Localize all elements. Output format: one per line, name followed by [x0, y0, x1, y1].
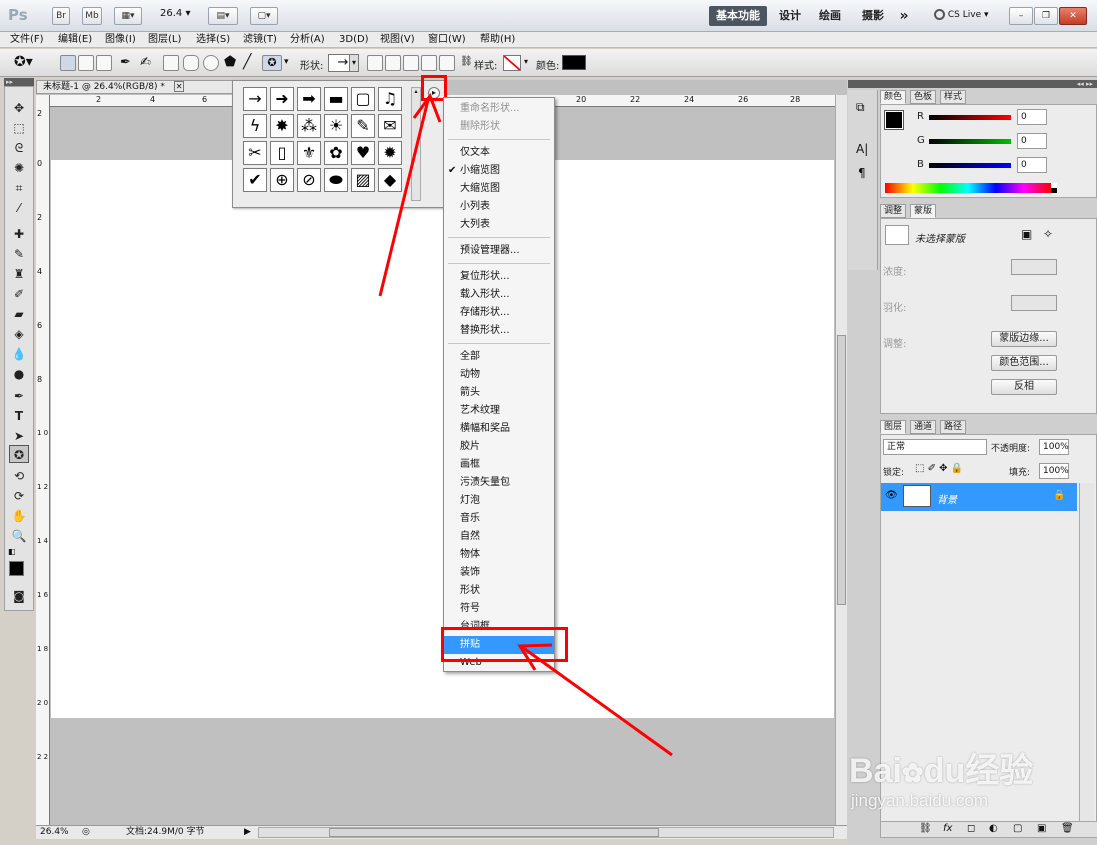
paragraph-icon[interactable]: ¶: [858, 166, 866, 180]
color-ramp[interactable]: [885, 183, 1051, 193]
adjustment-layer-icon[interactable]: ◐: [989, 823, 998, 834]
channel-g-value[interactable]: 0: [1017, 133, 1047, 149]
layer-thumbnail: [903, 485, 931, 507]
color-panel-body: R 0 G 0 B 0: [880, 104, 1097, 198]
opacity-label: 不透明度:: [991, 444, 1031, 454]
layers-bottom-toolbar: ⛓ fx ◻ ◐ ▢ ▣ 🗑: [881, 821, 1097, 837]
layers-scrollbar[interactable]: [1079, 483, 1094, 823]
channel-b-label: B: [917, 159, 924, 170]
tab-masks[interactable]: 蒙版: [910, 204, 937, 218]
mask-edge-button[interactable]: 蒙版边缘...: [991, 331, 1057, 347]
baidu-brand-2: du: [923, 752, 966, 790]
pixel-mask-icon[interactable]: ▣: [1021, 227, 1032, 241]
channel-b-value[interactable]: 0: [1017, 157, 1047, 173]
fill-field[interactable]: 100%: [1039, 463, 1069, 479]
channel-b-slider[interactable]: [929, 163, 1011, 168]
tab-paths[interactable]: 路径: [940, 420, 967, 434]
add-mask-icon[interactable]: ◻: [967, 823, 975, 834]
baidu-watermark: Bai✿du经验 jingyan.baidu.com: [845, 735, 1045, 815]
fg-swatch[interactable]: [884, 110, 904, 130]
paw-icon: ✿: [901, 758, 924, 788]
tab-swatches[interactable]: 色板: [910, 90, 937, 104]
black-white-ramp[interactable]: [1051, 183, 1057, 193]
tab-channels[interactable]: 通道: [910, 420, 937, 434]
history-icon[interactable]: ⧉: [856, 100, 865, 115]
channel-r-label: R: [917, 111, 924, 122]
channel-r-value[interactable]: 0: [1017, 109, 1047, 125]
layer-style-icon[interactable]: fx: [943, 823, 952, 834]
refine-label: 调整:: [883, 339, 907, 350]
arrow-to-menu-button: [378, 99, 430, 297]
baidu-logo-text: Bai✿du经验: [849, 743, 1033, 792]
new-group-icon[interactable]: ▢: [1013, 823, 1022, 834]
arrow-to-tiles: [521, 645, 673, 757]
layer-lock-icon: 🔒: [1053, 490, 1066, 501]
density-field[interactable]: [1011, 259, 1057, 275]
new-layer-icon[interactable]: ▣: [1037, 823, 1046, 834]
tab-layers[interactable]: 图层: [880, 420, 907, 434]
vector-mask-icon[interactable]: ✧: [1043, 227, 1053, 241]
masks-panel: 调整 蒙版 未选择蒙版 ▣ ✧ 浓度: 羽化: 调整: 蒙版边缘... 颜色范围…: [880, 204, 1097, 414]
visibility-eye-icon[interactable]: 👁: [885, 490, 898, 501]
baidu-brand: Bai: [849, 752, 902, 790]
lock-label: 锁定:: [883, 468, 905, 478]
opacity-field[interactable]: 100%: [1039, 439, 1069, 455]
blend-mode-select[interactable]: 正常: [883, 439, 987, 455]
channel-r-slider[interactable]: [929, 115, 1011, 120]
link-layers-icon[interactable]: ⛓: [919, 823, 932, 834]
channel-g-label: G: [917, 135, 925, 146]
fill-label: 填充:: [1009, 468, 1031, 478]
feather-field[interactable]: [1011, 295, 1057, 311]
masks-panel-body: 未选择蒙版 ▣ ✧ 浓度: 羽化: 调整: 蒙版边缘... 颜色范围... 反相: [880, 218, 1097, 414]
panel-icon-strip: ⧉ A| ¶: [848, 90, 878, 270]
color-range-button[interactable]: 颜色范围...: [991, 355, 1057, 371]
baidu-url: jingyan.baidu.com: [851, 791, 989, 810]
density-label: 浓度:: [883, 267, 907, 278]
character-icon[interactable]: A|: [856, 142, 868, 156]
delete-layer-icon[interactable]: 🗑: [1061, 823, 1074, 834]
mask-thumbnail: [885, 225, 909, 245]
feather-label: 羽化:: [883, 303, 907, 314]
color-panel: 颜色 色板 样式 R 0 G 0 B 0: [880, 90, 1097, 198]
baidu-cn: 经验: [965, 752, 1034, 790]
panel-dock-header[interactable]: ◂◂ ▸▸: [848, 80, 1097, 88]
blend-mode-value: 正常: [887, 442, 906, 452]
layer-row-background[interactable]: 👁 背景 🔒: [881, 483, 1077, 511]
tab-color[interactable]: 颜色: [880, 90, 907, 104]
tab-adjustments[interactable]: 调整: [880, 204, 907, 218]
layer-name[interactable]: 背景: [937, 491, 957, 506]
tab-styles[interactable]: 样式: [940, 90, 967, 104]
lock-icons[interactable]: ⬚ ✐ ✥ 🔒: [915, 463, 963, 474]
right-panels: ◂◂ ▸▸ ⧉ A| ¶ 颜色 色板 样式 R 0 G 0 B 0 调整 蒙版: [848, 80, 1097, 845]
channel-g-slider[interactable]: [929, 139, 1011, 144]
no-mask-label: 未选择蒙版: [915, 234, 965, 245]
invert-button[interactable]: 反相: [991, 379, 1057, 395]
